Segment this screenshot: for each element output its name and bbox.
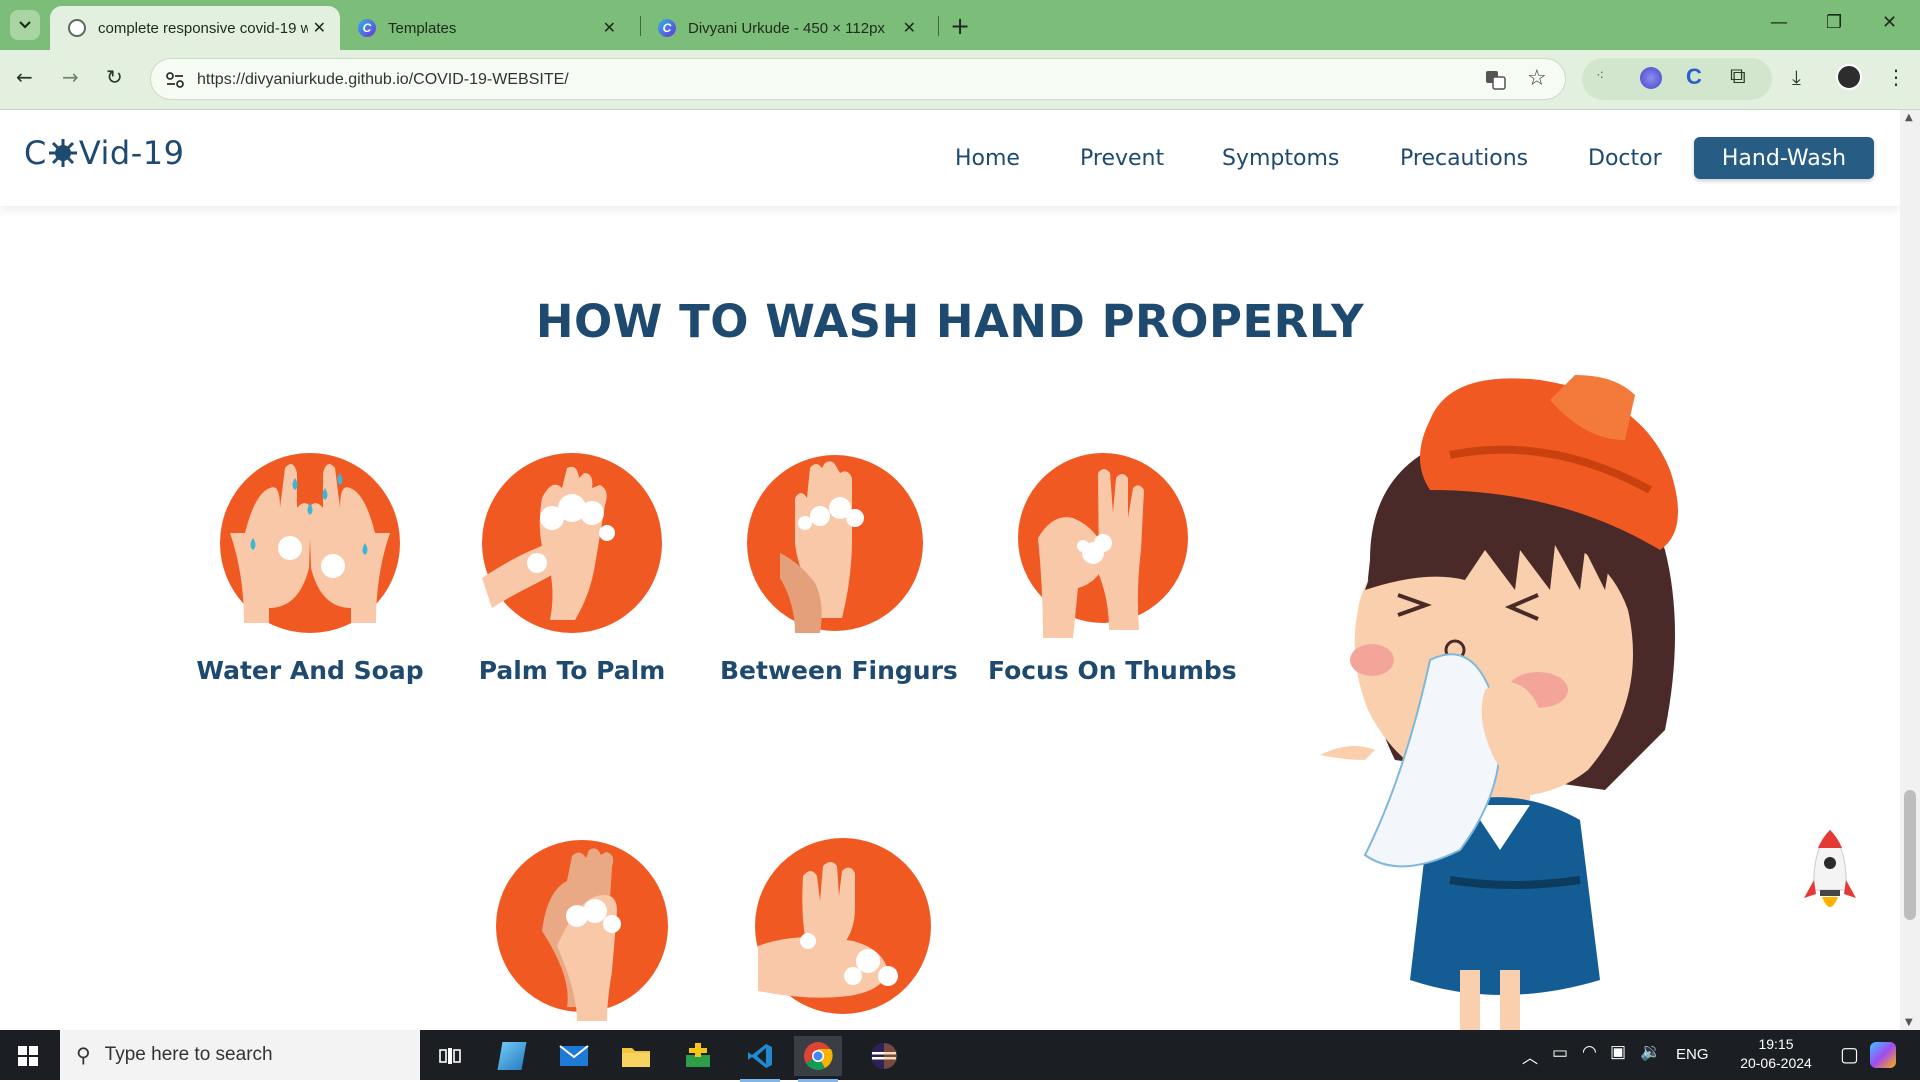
- nav-home[interactable]: Home: [955, 146, 1020, 171]
- tab-title: complete responsive covid-19 w: [98, 19, 308, 37]
- notifications-icon[interactable]: ▢: [1840, 1042, 1859, 1067]
- web-page: C Vid-19 Home Prevent Symptoms Precautio…: [0, 110, 1900, 1030]
- clock-date: 20-06-2024: [1740, 1055, 1812, 1071]
- browser-toolbar: ← → ↻ https://divyaniurkude.github.io/CO…: [0, 50, 1920, 110]
- logo-prefix: C: [24, 134, 47, 172]
- between-fingers-illustration: [747, 455, 923, 633]
- url-text: https://divyaniurkude.github.io/COVID-19…: [197, 71, 569, 88]
- language-indicator[interactable]: ENG: [1676, 1046, 1709, 1063]
- file-explorer-icon[interactable]: [612, 1036, 660, 1076]
- hand-wash-step-6: [728, 836, 958, 1030]
- step-label: Between Fingurs: [720, 656, 958, 685]
- close-tab-icon[interactable]: ✕: [903, 18, 916, 38]
- translate-icon[interactable]: [1485, 70, 1507, 90]
- canva-icon: C: [658, 19, 676, 37]
- wrist-wash-illustration: [755, 838, 931, 1014]
- tab-search-button[interactable]: [10, 10, 40, 40]
- scrollbar-thumb[interactable]: [1904, 790, 1916, 920]
- step-label: Focus On Thumbs: [988, 656, 1237, 685]
- hand-wash-step-palm-to-palm: Palm To Palm: [457, 448, 687, 685]
- sick-girl-illustration: [1320, 375, 1678, 1030]
- close-tab-icon[interactable]: ✕: [603, 18, 616, 38]
- address-bar[interactable]: https://divyaniurkude.github.io/COVID-19…: [150, 58, 1566, 100]
- search-icon: ⚲: [76, 1043, 91, 1067]
- rocket-scroll-top-icon[interactable]: [1800, 825, 1860, 925]
- step-label: Water And Soap: [196, 656, 424, 685]
- palm-to-palm-illustration: [482, 453, 662, 633]
- display-icon[interactable]: ▣: [1610, 1042, 1626, 1062]
- wifi-icon[interactable]: ◠: [1582, 1042, 1597, 1062]
- volume-icon[interactable]: 🔉: [1640, 1042, 1661, 1062]
- nav-precautions[interactable]: Precautions: [1400, 146, 1528, 171]
- section-title: HOW TO WASH HAND PROPERLY: [535, 295, 1365, 348]
- windows-start-icon[interactable]: [18, 1046, 38, 1066]
- profile-avatar[interactable]: [1836, 64, 1862, 90]
- bookmark-star-icon[interactable]: ☆: [1527, 66, 1547, 91]
- store-app-icon[interactable]: [674, 1036, 722, 1076]
- tab-templates[interactable]: C Templates ✕: [340, 6, 630, 50]
- hand-wash-step-water-and-soap: Water And Soap: [195, 448, 425, 685]
- clock[interactable]: 19:15 20-06-2024: [1736, 1036, 1816, 1071]
- tab-separator: [938, 16, 939, 36]
- focus-on-thumbs-illustration: [1018, 453, 1188, 638]
- site-header: C Vid-19 Home Prevent Symptoms Precautio…: [0, 110, 1900, 206]
- extension-c-icon[interactable]: C: [1686, 64, 1702, 90]
- close-window-button[interactable]: ✕: [1882, 12, 1897, 33]
- minimize-button[interactable]: —: [1770, 12, 1788, 33]
- clock-time: 19:15: [1758, 1036, 1794, 1052]
- step-label: Palm To Palm: [478, 656, 666, 685]
- copilot-icon[interactable]: [1870, 1042, 1896, 1068]
- hand-wash-step-5: [467, 836, 697, 1030]
- scroll-up-arrow-icon[interactable]: ▲: [1905, 112, 1913, 123]
- logo-suffix: Vid-19: [78, 134, 185, 172]
- search-placeholder: Type here to search: [104, 1044, 273, 1065]
- hand-wash-illustration: [496, 840, 668, 1021]
- back-arrow-icon[interactable]: ←: [16, 65, 33, 89]
- hand-wash-step-focus-on-thumbs: Focus On Thumbs: [988, 448, 1237, 685]
- battery-icon[interactable]: ▭: [1552, 1043, 1568, 1063]
- nav-symptoms[interactable]: Symptoms: [1222, 146, 1339, 171]
- canva-icon: C: [358, 19, 376, 37]
- site-logo[interactable]: C Vid-19: [24, 134, 185, 172]
- extension-circle-icon[interactable]: [1640, 67, 1662, 89]
- tab-title: Divyani Urkude - 450 × 112px: [688, 19, 885, 37]
- scroll-down-arrow-icon[interactable]: ▼: [1905, 1017, 1913, 1028]
- tab-title: Templates: [388, 19, 457, 37]
- extensions-area: ⁖ C ⧉: [1582, 58, 1772, 100]
- download-icon[interactable]: ⤓: [1792, 65, 1801, 89]
- close-tab-icon[interactable]: ✕: [313, 18, 326, 38]
- task-view-icon[interactable]: [426, 1036, 474, 1076]
- nav-hand-wash[interactable]: Hand-Wash: [1694, 137, 1874, 179]
- chevron-down-icon: [19, 21, 31, 29]
- page-scrollbar[interactable]: ▲ ▼: [1900, 110, 1920, 1030]
- browser-tab-bar: complete responsive covid-19 w ✕ C Templ…: [0, 0, 1920, 50]
- windows-taskbar: ⚲ Type here to search ︿ ▭ ◠ ▣ 🔉 ENG 19:1…: [0, 1030, 1920, 1082]
- nav-prevent[interactable]: Prevent: [1080, 146, 1164, 171]
- virus-icon: [48, 139, 77, 167]
- hand-wash-step-between-fingers: Between Fingurs: [720, 448, 958, 685]
- tab-covid-website[interactable]: complete responsive covid-19 w ✕: [50, 6, 340, 50]
- mail-app-icon[interactable]: [550, 1036, 598, 1076]
- show-hidden-icons-chevron-icon[interactable]: ︿: [1522, 1044, 1538, 1068]
- globe-icon: [68, 19, 86, 37]
- taskbar-search-box[interactable]: ⚲ Type here to search: [60, 1030, 420, 1080]
- menu-kebab-icon[interactable]: ⋮: [1886, 65, 1906, 89]
- tab-divyani-urkude[interactable]: C Divyani Urkude - 450 × 112px ✕: [640, 6, 930, 50]
- notes-app-icon[interactable]: [488, 1036, 536, 1076]
- chrome-app-icon[interactable]: [794, 1036, 842, 1082]
- vscode-app-icon[interactable]: [736, 1036, 784, 1082]
- extension-sparkle-icon[interactable]: ⁖: [1596, 68, 1604, 84]
- forward-arrow-icon[interactable]: →: [62, 65, 79, 89]
- site-settings-icon[interactable]: [165, 71, 185, 89]
- new-tab-button[interactable]: +: [950, 12, 970, 40]
- reload-icon[interactable]: ↻: [106, 65, 123, 89]
- extensions-puzzle-icon[interactable]: ⧉: [1730, 64, 1746, 89]
- restore-button[interactable]: ❐: [1826, 12, 1842, 33]
- eclipse-app-icon[interactable]: [860, 1036, 908, 1076]
- water-and-soap-illustration: [220, 453, 400, 633]
- nav-doctor[interactable]: Doctor: [1588, 146, 1662, 171]
